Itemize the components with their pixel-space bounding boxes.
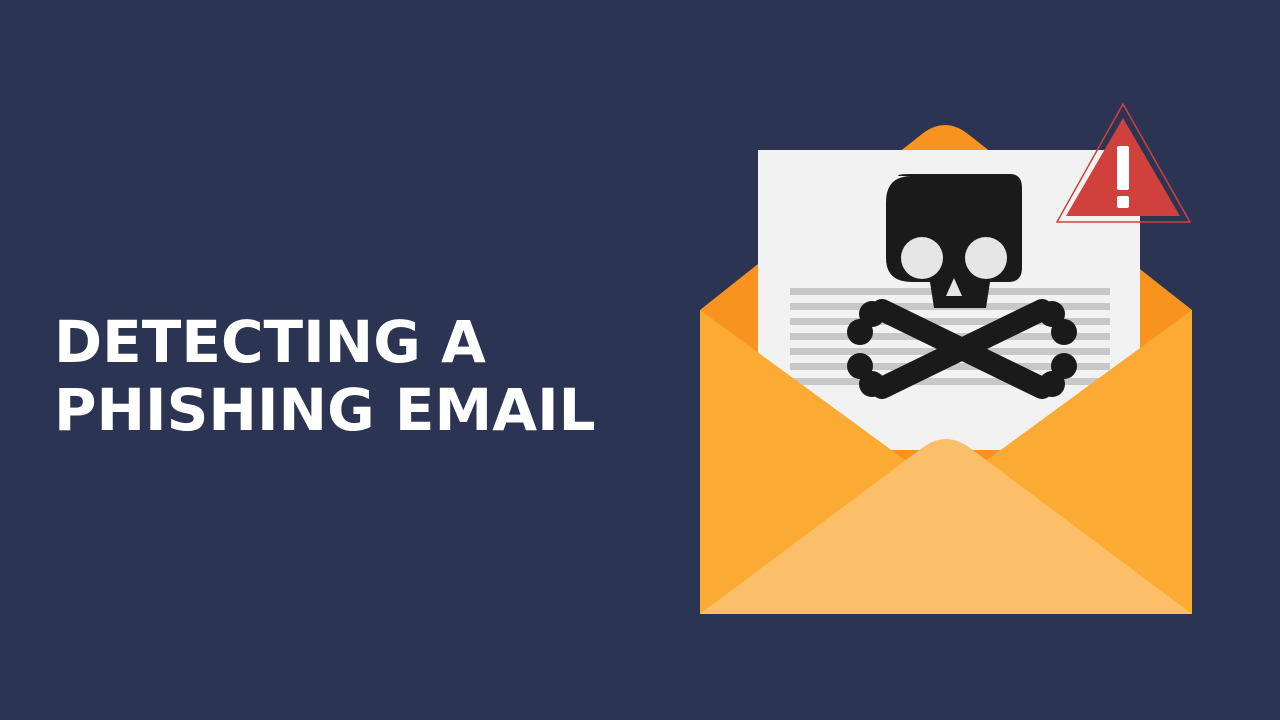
title-line-2: PHISHING EMAIL: [54, 376, 596, 444]
title-line-1: DETECTING A: [54, 308, 486, 376]
phishing-email-illustration: [690, 98, 1210, 628]
page-title: DETECTING A PHISHING EMAIL: [54, 308, 596, 444]
